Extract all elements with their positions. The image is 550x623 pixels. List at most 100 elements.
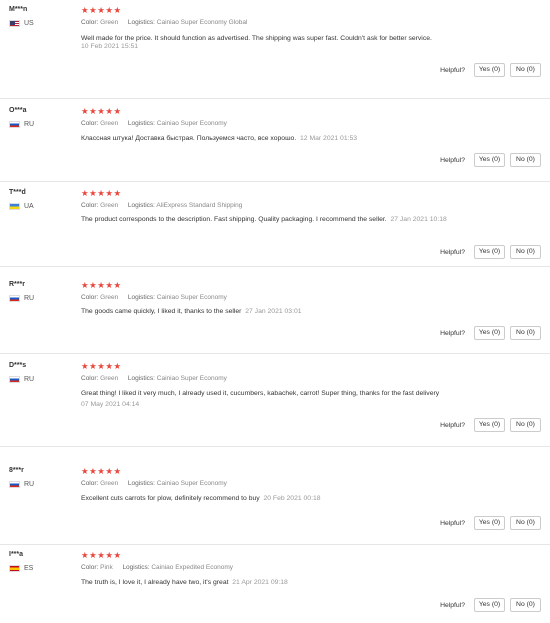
color-value: Pink: [100, 564, 113, 571]
helpful-label: Helpful?: [440, 248, 465, 256]
color-label: Color:: [81, 120, 99, 127]
review-divider: [0, 544, 550, 545]
review-divider: [0, 353, 550, 354]
color-label: Color:: [81, 564, 99, 571]
review-date: 27 Jan 2021 03:01: [245, 308, 302, 315]
star-rating: ★★★★★: [81, 361, 122, 371]
helpful-yes-button[interactable]: Yes (0): [474, 516, 505, 530]
reviewer-name: T***d: [9, 189, 26, 196]
color-value: Green: [100, 294, 119, 301]
review-meta: Color: Green Logistics: Cainiao Super Ec…: [81, 19, 247, 26]
color-label: Color:: [81, 19, 99, 26]
review-date: 12 Mar 2021 01:53: [300, 135, 358, 142]
review-body: Классная штука! Доставка быстрая. Пользу…: [81, 135, 297, 142]
helpful-label: Helpful?: [440, 66, 465, 74]
review-meta: Color: Green Logistics: Cainiao Super Ec…: [81, 375, 227, 382]
country-code: RU: [24, 295, 35, 302]
review-body: Great thing! I liked it very much, I alr…: [81, 390, 440, 397]
star-rating: ★★★★★: [81, 280, 122, 290]
country-code: RU: [24, 481, 35, 488]
logistics-label: Logistics:: [127, 375, 155, 382]
review-text: The product corresponds to the descripti…: [81, 214, 491, 225]
helpful-row: Helpful? Yes (0) No (0): [440, 326, 541, 340]
star-rating: ★★★★★: [81, 188, 122, 198]
helpful-label: Helpful?: [440, 421, 465, 429]
country-code: ES: [24, 565, 34, 572]
review-body: The goods came quickly, I liked it, than…: [81, 308, 242, 315]
helpful-row: Helpful? Yes (0) No (0): [440, 598, 541, 612]
review-text: Классная штука! Доставка быстрая. Пользу…: [81, 133, 491, 144]
review-divider: [0, 181, 550, 182]
country-code: RU: [24, 376, 35, 383]
logistics-value: Cainiao Super Economy Global: [156, 19, 248, 26]
reviewer-name: M***n: [9, 6, 28, 13]
helpful-no-button[interactable]: No (0): [510, 63, 541, 77]
reviewer-country: RU: [9, 295, 34, 302]
helpful-row: Helpful? Yes (0) No (0): [440, 63, 541, 77]
review-text: The truth is, I love it, I already have …: [81, 577, 491, 588]
us-flag-icon: [9, 20, 20, 27]
review-divider: [0, 98, 550, 99]
logistics-value: Cainiao Super Economy: [156, 294, 227, 301]
helpful-yes-button[interactable]: Yes (0): [474, 245, 505, 259]
review-meta: Color: Pink Logistics: Cainiao Expedited…: [81, 564, 233, 571]
logistics-value: Cainiao Super Economy: [156, 120, 227, 127]
review-meta: Color: Green Logistics: Cainiao Super Ec…: [81, 120, 227, 127]
ua-flag-icon: [9, 203, 20, 210]
star-rating: ★★★★★: [81, 466, 122, 476]
reviewer-name: O***a: [9, 107, 27, 114]
helpful-no-button[interactable]: No (0): [510, 153, 541, 167]
logistics-label: Logistics:: [127, 480, 155, 487]
country-code: US: [24, 20, 34, 27]
helpful-yes-button[interactable]: Yes (0): [474, 63, 505, 77]
ru-flag-icon: [9, 376, 20, 383]
star-rating: ★★★★★: [81, 106, 122, 116]
color-value: Green: [100, 202, 119, 209]
helpful-no-button[interactable]: No (0): [510, 598, 541, 612]
review-body: The truth is, I love it, I already have …: [81, 579, 229, 586]
review-divider: [0, 266, 550, 267]
ru-flag-icon: [9, 295, 20, 302]
reviewer-country: UA: [9, 203, 34, 210]
logistics-value: AliExpress Standard Shipping: [156, 202, 243, 209]
helpful-label: Helpful?: [440, 329, 465, 337]
color-value: Green: [100, 120, 119, 127]
helpful-row: Helpful? Yes (0) No (0): [440, 418, 541, 432]
logistics-label: Logistics:: [127, 202, 155, 209]
helpful-no-button[interactable]: No (0): [510, 418, 541, 432]
logistics-value: Cainiao Super Economy: [156, 375, 227, 382]
helpful-row: Helpful? Yes (0) No (0): [440, 245, 541, 259]
review-body: The product corresponds to the descripti…: [81, 216, 387, 223]
helpful-no-button[interactable]: No (0): [510, 245, 541, 259]
review-date: 20 Feb 2021 00:18: [263, 495, 321, 502]
review-body: Excellent cuts carrots for plow, definit…: [81, 495, 260, 502]
review-text: Great thing! I liked it very much, I alr…: [81, 388, 491, 399]
review-date: 07 May 2021 04:14: [81, 401, 140, 408]
review-date: 27 Jan 2021 10:18: [390, 216, 447, 223]
review-meta: Color: Green Logistics: Cainiao Super Ec…: [81, 294, 227, 301]
helpful-yes-button[interactable]: Yes (0): [474, 598, 505, 612]
logistics-label: Logistics:: [127, 120, 155, 127]
helpful-yes-button[interactable]: Yes (0): [474, 326, 505, 340]
reviewer-country: ES: [9, 565, 33, 572]
reviewer-country: RU: [9, 121, 34, 128]
review-date: 21 Apr 2021 09:18: [232, 579, 288, 586]
review-meta: Color: Green Logistics: Cainiao Super Ec…: [81, 480, 227, 487]
star-rating: ★★★★★: [81, 550, 122, 560]
color-label: Color:: [81, 294, 99, 301]
country-code: RU: [24, 121, 35, 128]
reviewer-name: I***a: [9, 551, 24, 558]
helpful-no-button[interactable]: No (0): [510, 516, 541, 530]
logistics-label: Logistics:: [127, 294, 155, 301]
helpful-no-button[interactable]: No (0): [510, 326, 541, 340]
helpful-label: Helpful?: [440, 156, 465, 164]
color-label: Color:: [81, 375, 99, 382]
star-rating: ★★★★★: [81, 5, 122, 15]
reviewer-name: 8***r: [9, 467, 24, 474]
review-meta: Color: Green Logistics: AliExpress Stand…: [81, 202, 242, 209]
helpful-yes-button[interactable]: Yes (0): [474, 418, 505, 432]
color-value: Green: [100, 375, 119, 382]
helpful-label: Helpful?: [440, 601, 465, 609]
helpful-yes-button[interactable]: Yes (0): [474, 153, 505, 167]
logistics-label: Logistics:: [122, 564, 150, 571]
